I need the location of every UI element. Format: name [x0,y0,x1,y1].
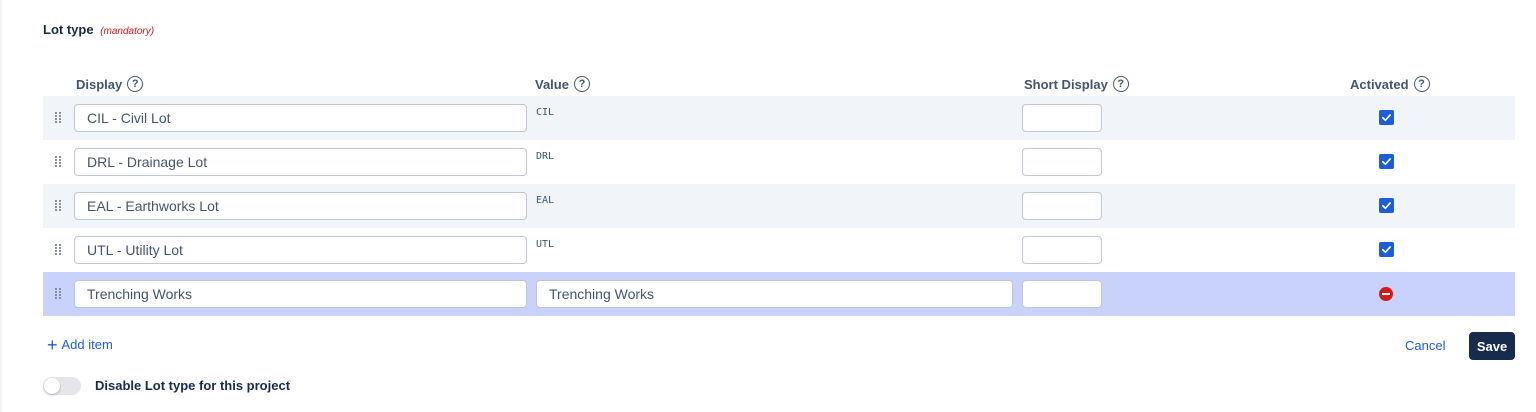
add-item-button[interactable]: + Add item [47,334,113,355]
drag-handle-icon[interactable] [55,244,61,255]
table-row: DRL - Drainage Lot DRL [43,140,1515,184]
checkmark-icon [1382,202,1391,210]
section-title: Lot type (mandatory) [43,22,154,37]
display-input[interactable]: Trenching Works [74,280,527,308]
short-display-input[interactable] [1022,236,1102,264]
display-input[interactable]: UTL - Utility Lot [74,236,527,264]
column-header-short-display-label: Short Display [1024,76,1108,92]
drag-handle-icon[interactable] [55,156,61,167]
checkmark-icon [1382,114,1391,122]
short-display-input[interactable] [1022,192,1102,220]
short-display-input[interactable] [1022,280,1102,308]
short-display-input[interactable] [1022,148,1102,176]
value-text: UTL [536,239,555,250]
cancel-button[interactable]: Cancel [1405,338,1445,353]
drag-handle-icon[interactable] [55,112,61,123]
help-icon[interactable]: ? [1112,76,1129,92]
plus-icon: + [47,334,58,355]
new-table-row: Trenching Works Trenching Works [43,272,1515,316]
column-header-activated: Activated ? [1350,76,1430,92]
table-row: UTL - Utility Lot UTL [43,228,1515,272]
display-input[interactable]: CIL - Civil Lot [74,104,527,132]
help-icon[interactable]: ? [1413,76,1430,92]
save-button[interactable]: Save [1469,332,1515,360]
toggle-knob [44,378,60,394]
value-text: DRL [536,151,555,162]
left-edge-divider [0,0,2,412]
display-input[interactable]: DRL - Drainage Lot [74,148,527,176]
disable-lot-type-toggle[interactable] [43,377,81,395]
column-header-value-label: Value [535,76,569,92]
drag-handle-icon[interactable] [55,288,61,299]
section-title-text: Lot type [43,22,94,37]
toggle-label: Disable Lot type for this project [95,378,291,393]
drag-handle-icon[interactable] [55,200,61,211]
mandatory-label: (mandatory) [100,26,155,37]
column-header-short-display: Short Display ? [1024,76,1129,92]
checkmark-icon [1382,158,1391,166]
checkmark-icon [1382,246,1391,254]
value-input[interactable]: Trenching Works [536,280,1013,308]
short-display-input[interactable] [1022,104,1102,132]
help-icon[interactable]: ? [127,76,144,92]
activated-checkbox[interactable] [1379,198,1394,213]
column-header-display-label: Display [76,76,123,92]
value-text: CIL [536,107,555,118]
add-item-label: Add item [61,337,113,352]
remove-row-icon[interactable] [1379,287,1393,301]
display-input[interactable]: EAL - Earthworks Lot [74,192,527,220]
table-row: CIL - Civil Lot CIL [43,96,1515,140]
table-row: EAL - Earthworks Lot EAL [43,184,1515,228]
column-header-value: Value ? [535,76,590,92]
value-text: EAL [536,195,555,206]
activated-checkbox[interactable] [1379,154,1394,169]
activated-checkbox[interactable] [1379,110,1394,125]
activated-checkbox[interactable] [1379,242,1394,257]
help-icon[interactable]: ? [573,76,590,92]
column-header-display: Display ? [76,76,144,92]
column-header-activated-label: Activated [1350,76,1409,92]
